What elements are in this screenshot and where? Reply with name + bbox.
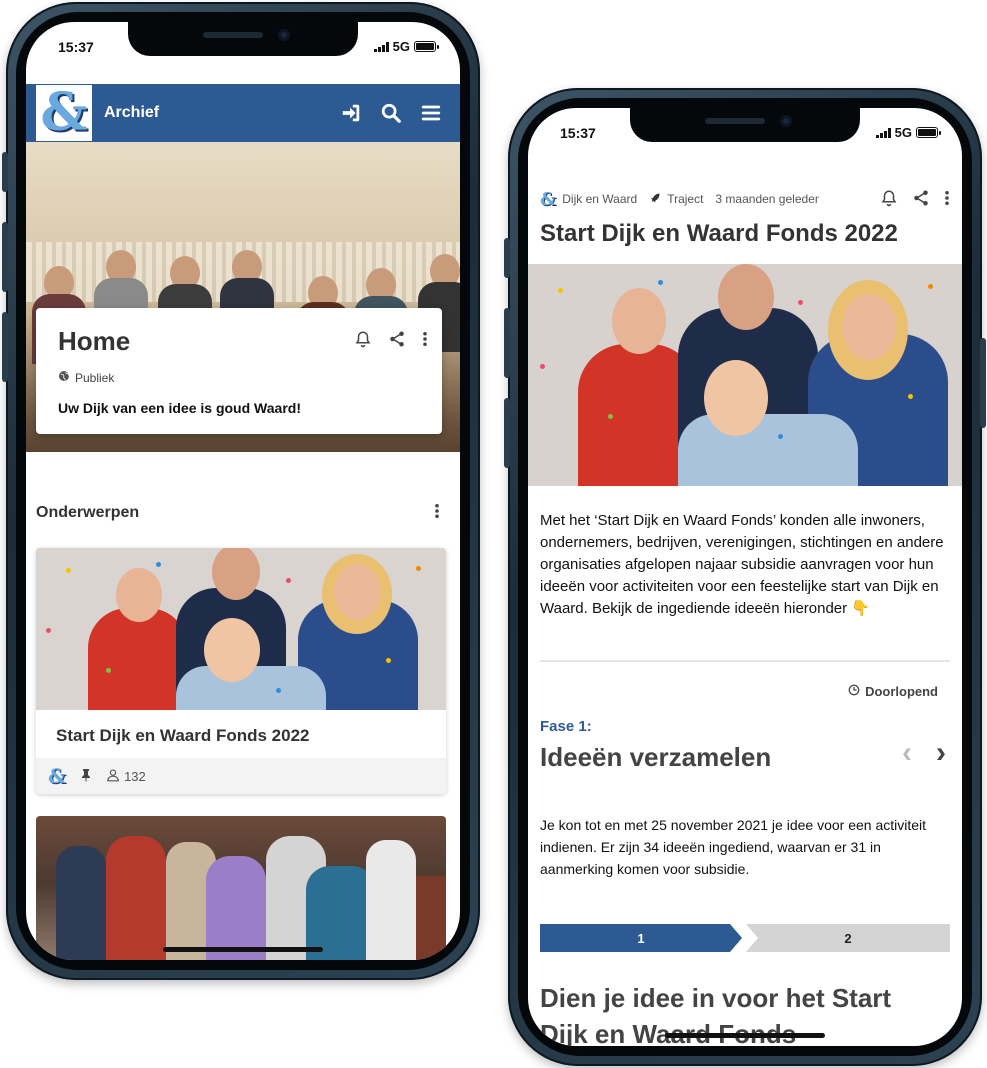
more-options-icon[interactable] (944, 189, 950, 210)
phase-title: Ideeën verzamelen (540, 742, 772, 772)
page-title: Home (58, 326, 131, 356)
chevron-left-icon[interactable]: ‹ (902, 736, 912, 770)
battery-icon (916, 127, 941, 138)
topic-title[interactable]: Start Dijk en Waard Fonds 2022 (56, 726, 310, 746)
section-title: Onderwerpen (36, 504, 140, 521)
status-network: 5G (875, 125, 941, 140)
followers: 132 (106, 768, 146, 785)
breadcrumb-org[interactable]: Dijk en Waard (562, 192, 637, 206)
phase-label: Fase 1: (540, 718, 592, 735)
topic-image (528, 264, 962, 486)
share-icon[interactable] (912, 189, 930, 210)
volume-up-button (2, 222, 8, 292)
step-2[interactable]: 2 (746, 924, 950, 952)
mute-switch (2, 152, 8, 192)
network-type: 5G (392, 39, 410, 54)
home-indicator[interactable] (163, 947, 323, 952)
phase-steps: 1 2 (540, 924, 950, 952)
phase-nav: ‹ › (902, 736, 946, 770)
intro-text: Met het ‘Start Dijk en Waard Fonds’ kond… (540, 512, 944, 617)
app-bar: & Archief (26, 84, 460, 142)
signal-icon (875, 127, 891, 138)
battery-icon (414, 41, 439, 52)
status-time: 15:37 (58, 39, 94, 55)
status-badge: Doorlopend (848, 684, 938, 699)
topic-meta: & 132 (36, 758, 446, 794)
volume-down-button (504, 398, 510, 468)
screenshot-stage: 15:37 5G & Archief Home Publiek Uw Dijk … (0, 0, 987, 1068)
clock-icon (848, 684, 860, 699)
network-type: 5G (894, 125, 912, 140)
power-button (980, 338, 986, 428)
bell-icon[interactable] (880, 189, 898, 210)
visibility: Publiek (58, 370, 114, 385)
chevron-right-icon[interactable]: › (936, 736, 946, 770)
login-icon[interactable] (340, 102, 362, 124)
breadcrumb: & Dijk en Waard Traject 3 maanden gelede… (540, 188, 950, 210)
phone-screen: 15:37 5G & Archief Home Publiek Uw Dijk … (26, 22, 460, 960)
rocket-icon (649, 192, 661, 207)
more-options-icon[interactable] (422, 330, 428, 353)
share-icon[interactable] (388, 330, 406, 353)
pin-icon (80, 768, 92, 785)
topic-image (36, 548, 446, 710)
status-network: 5G (373, 39, 439, 54)
breadcrumb-time: 3 maanden geleden (715, 192, 820, 206)
volume-up-button (504, 308, 510, 378)
section-more-icon[interactable] (434, 502, 440, 525)
visibility-label: Publiek (75, 370, 115, 385)
search-icon[interactable] (380, 102, 402, 124)
phase-text: Je kon tot en met 25 november 2021 je id… (540, 817, 927, 877)
topic-card[interactable]: Start Dijk en Waard Fonds 2022 & 132 (36, 548, 446, 794)
phone-screen: 15:37 5G & Dijk en Waard Traject 3 maand… (528, 108, 962, 1046)
notch (128, 22, 358, 56)
phone-left: 15:37 5G & Archief Home Publiek Uw Dijk … (2, 2, 480, 980)
breadcrumb-type[interactable]: Traject (667, 192, 703, 206)
phone-right: 15:37 5G & Dijk en Waard Traject 3 maand… (504, 88, 986, 1066)
signal-icon (373, 41, 389, 52)
mute-switch (504, 238, 510, 278)
bell-icon[interactable] (354, 330, 372, 353)
divider (540, 660, 950, 662)
notch (630, 108, 860, 142)
logo[interactable]: & (36, 85, 92, 141)
org-logo: & (48, 764, 67, 788)
home-indicator[interactable] (665, 1033, 825, 1038)
step-1[interactable]: 1 (540, 924, 742, 952)
status-label: Doorlopend (865, 684, 938, 699)
home-card: Home Publiek Uw Dijk van een idee is gou… (36, 308, 442, 434)
org-logo: & (540, 188, 557, 210)
followers-count: 132 (124, 768, 146, 784)
logo-mark: & (40, 82, 88, 143)
menu-icon[interactable] (420, 102, 442, 124)
app-title[interactable]: Archief (104, 104, 340, 122)
topic-card-2-image[interactable] (36, 816, 446, 960)
volume-down-button (2, 312, 8, 382)
user-icon (106, 768, 120, 785)
page-title: Start Dijk en Waard Fonds 2022 (540, 220, 898, 247)
status-time: 15:37 (560, 125, 596, 141)
tagline: Uw Dijk van een idee is goud Waard! (58, 400, 301, 416)
globe-icon (58, 370, 70, 385)
